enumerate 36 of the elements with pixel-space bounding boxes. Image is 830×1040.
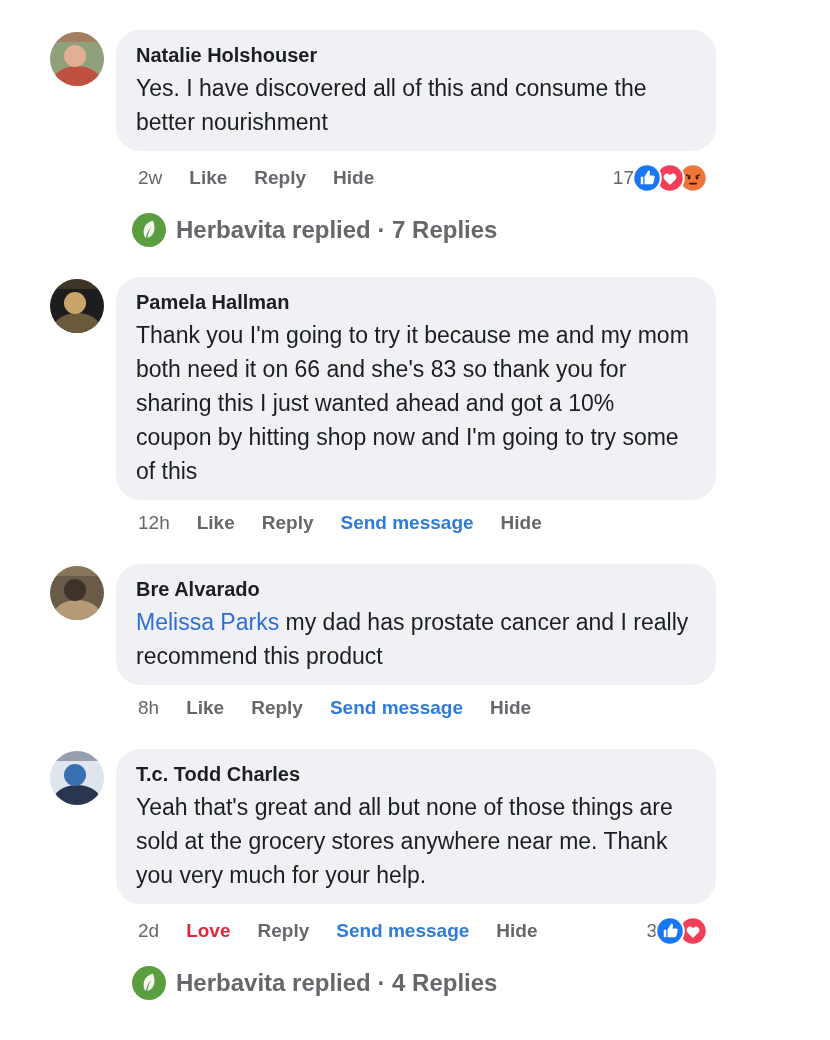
reaction-count[interactable]: 3 (646, 920, 657, 942)
view-replies-link[interactable]: Herbavita replied · 4 Replies (176, 969, 498, 997)
comment-text: Yeah that's great and all but none of those things are sold at the grocery stores anywhere near me. Thank you very much for your help. (136, 793, 674, 890)
comment-text: Melissa Parks my dad has prostate cancer and I really recommend this product (136, 608, 690, 671)
send-message-link[interactable]: Send message (329, 697, 463, 719)
comment-text: Thank you I'm going to try it because me and my mom both need it on 66 and she's 83 so thank you for sharing this I just wanted ahead and got a 10% coupon by hitting shop now and I'm going to try some of this (136, 321, 690, 486)
timestamp: 2d (138, 920, 160, 942)
hide-link[interactable]: Hide (500, 512, 542, 534)
reply-link[interactable]: Reply (251, 697, 303, 719)
author-name[interactable]: Bre Alvarado (136, 578, 696, 601)
author-name[interactable]: Pamela Hallman (136, 291, 696, 314)
react-link[interactable]: Like (189, 167, 228, 189)
hide-link[interactable]: Hide (333, 167, 375, 189)
reply-link[interactable]: Reply (254, 167, 307, 189)
send-message-link[interactable]: Send message (340, 512, 474, 534)
hide-link[interactable]: Hide (496, 920, 538, 942)
author-name[interactable]: Natalie Holshouser (136, 44, 696, 67)
reaction-count[interactable]: 17 (612, 167, 634, 189)
timestamp: 12h (138, 512, 170, 534)
hide-link[interactable]: Hide (490, 697, 532, 719)
send-message-link[interactable]: Send message (336, 920, 470, 942)
reply-link[interactable]: Reply (261, 512, 314, 534)
leaf-icon (132, 213, 166, 247)
view-replies-link[interactable]: Herbavita replied · 7 Replies (176, 216, 498, 244)
timestamp: 8h (138, 697, 160, 719)
react-link[interactable]: Love (186, 920, 231, 942)
timestamp: 2w (138, 167, 163, 189)
leaf-icon (132, 966, 166, 1000)
react-link[interactable]: Like (196, 512, 235, 534)
reply-link[interactable]: Reply (257, 920, 310, 942)
mention-link[interactable]: Melissa Parks (136, 609, 280, 635)
author-name[interactable]: T.c. Todd Charles (136, 763, 696, 786)
thumbs-up-icon (655, 916, 685, 946)
thumbs-up-icon (632, 163, 662, 193)
comment-text: Yes. I have discovered all of this and consume the better nourishment (136, 74, 648, 137)
react-link[interactable]: Like (186, 697, 225, 719)
